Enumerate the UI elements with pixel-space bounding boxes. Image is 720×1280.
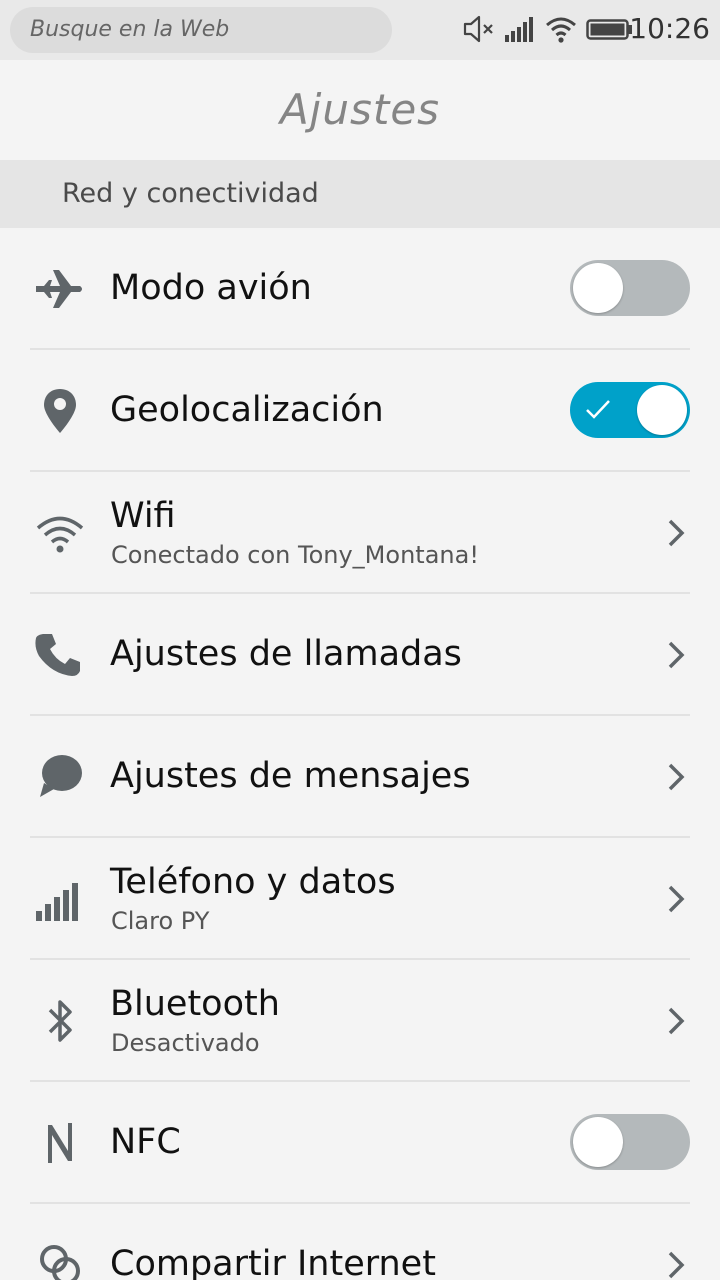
nfc-icon	[48, 1123, 72, 1163]
nfc-row[interactable]: NFC	[0, 1082, 720, 1204]
wifi-row[interactable]: Wifi Conectado con Tony_Montana!	[0, 472, 720, 594]
row-title: Ajustes de mensajes	[110, 756, 471, 796]
settings-list: Modo avión Geolocalización Wifi Conectad…	[0, 228, 720, 1280]
cell-signal-icon	[505, 17, 533, 42]
airplane-mode-row[interactable]: Modo avión	[0, 228, 720, 350]
location-pin-icon	[44, 389, 76, 433]
message-settings-row[interactable]: Ajustes de mensajes	[0, 716, 720, 838]
toggle-knob	[573, 1117, 623, 1167]
app-header: Ajustes	[0, 60, 720, 160]
chevron-right-icon	[668, 641, 685, 669]
settings-screen: Busque en la Web 10:26 Ajustes Red y con…	[0, 0, 720, 1280]
wifi-status-icon	[546, 17, 576, 43]
signal-bars-icon	[36, 883, 78, 921]
chevron-right-icon	[668, 1251, 685, 1279]
chevron-right-icon	[668, 1007, 685, 1035]
chevron-right-icon	[668, 519, 685, 547]
row-title: Bluetooth	[110, 984, 280, 1024]
row-subtitle: Desactivado	[111, 1029, 260, 1057]
row-title: Wifi	[110, 496, 176, 536]
call-settings-row[interactable]: Ajustes de llamadas	[0, 594, 720, 716]
internet-sharing-row[interactable]: Compartir Internet	[0, 1204, 720, 1280]
section-title: Red y conectividad	[62, 178, 319, 209]
row-title: Geolocalización	[110, 390, 384, 430]
section-header: Red y conectividad	[0, 160, 720, 228]
muted-speaker-icon	[463, 15, 493, 43]
row-title: NFC	[110, 1122, 181, 1162]
nfc-toggle[interactable]	[570, 1114, 690, 1170]
toggle-knob	[573, 263, 623, 313]
airplane-mode-toggle[interactable]	[570, 260, 690, 316]
row-subtitle: Claro PY	[111, 907, 210, 935]
row-subtitle: Conectado con Tony_Montana!	[111, 541, 479, 569]
row-title: Teléfono y datos	[110, 862, 396, 902]
toggle-knob	[637, 385, 687, 435]
hotspot-icon	[40, 1245, 80, 1280]
message-bubble-icon	[40, 755, 82, 797]
search-placeholder: Busque en la Web	[30, 17, 230, 42]
phone-icon	[35, 634, 80, 676]
geolocation-row[interactable]: Geolocalización	[0, 350, 720, 472]
page-title: Ajustes	[279, 85, 441, 134]
row-title: Modo avión	[110, 268, 312, 308]
bluetooth-row[interactable]: Bluetooth Desactivado	[0, 960, 720, 1082]
status-bar: Busque en la Web 10:26	[0, 0, 720, 60]
bluetooth-icon	[48, 1000, 72, 1042]
clock: 10:26	[629, 12, 710, 45]
web-search-bar[interactable]: Busque en la Web	[10, 7, 392, 53]
row-title: Compartir Internet	[110, 1244, 436, 1280]
airplane-icon	[36, 270, 82, 308]
wifi-icon	[36, 516, 84, 553]
phone-data-row[interactable]: Teléfono y datos Claro PY	[0, 838, 720, 960]
geolocation-toggle[interactable]	[570, 382, 690, 438]
chevron-right-icon	[668, 885, 685, 913]
checkmark-icon	[586, 400, 610, 419]
row-title: Ajustes de llamadas	[110, 634, 462, 674]
battery-icon	[586, 19, 632, 40]
chevron-right-icon	[668, 763, 685, 791]
